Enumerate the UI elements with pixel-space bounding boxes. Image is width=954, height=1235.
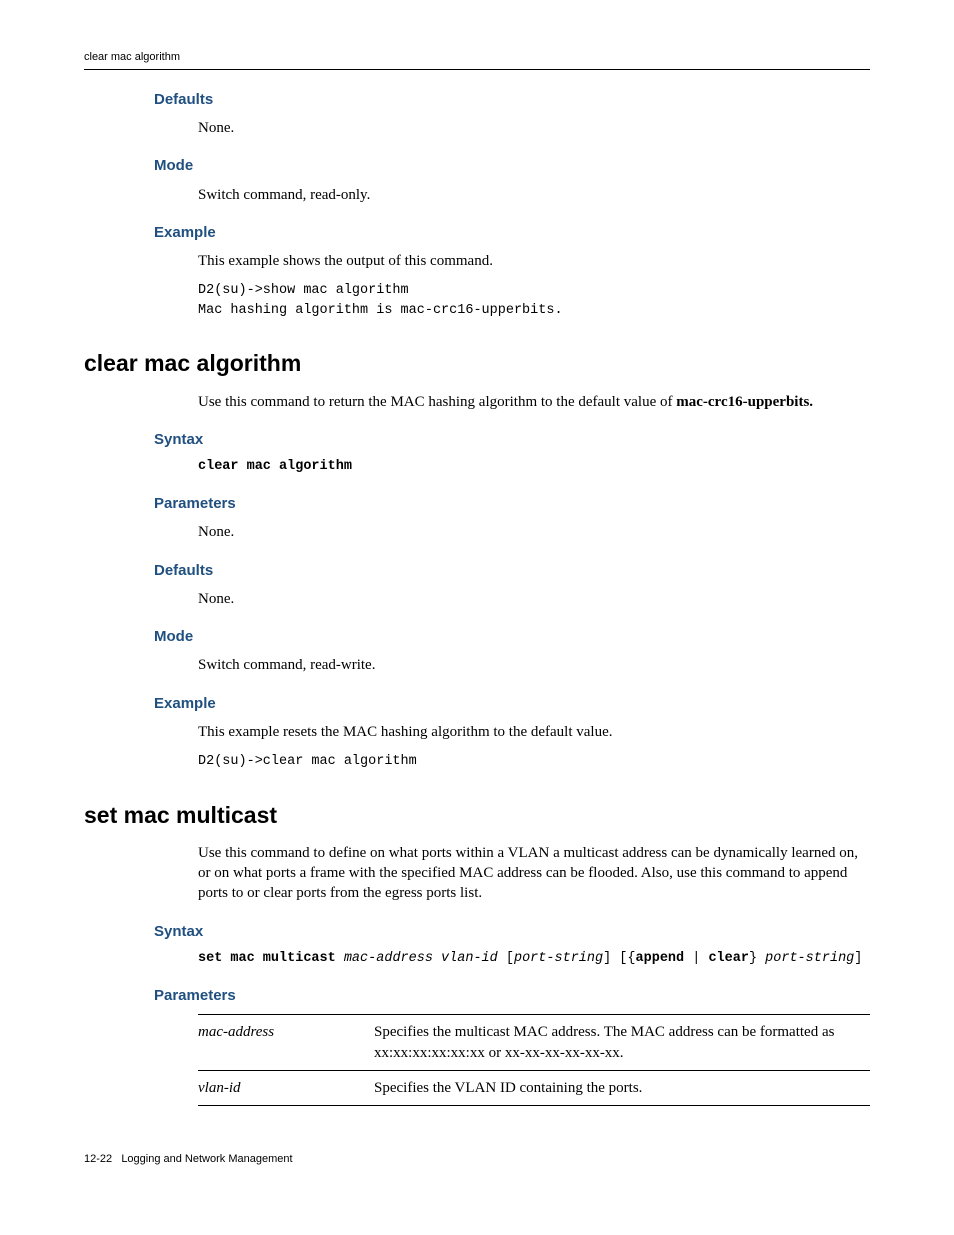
code-example-show: D2(su)->show mac algorithm Mac hashing a… — [198, 281, 870, 320]
running-header: clear mac algorithm — [84, 50, 870, 65]
syntax-ps1: port-string — [514, 951, 603, 966]
intro-clear-mac: Use this command to return the MAC hashi… — [198, 392, 870, 412]
text-defaults-1: None. — [198, 589, 870, 609]
parameters-table: mac-address Specifies the multicast MAC … — [198, 1014, 870, 1106]
heading-syntax-1: Syntax — [154, 430, 870, 450]
heading-defaults-1: Defaults — [154, 561, 870, 581]
code-example-clear: D2(su)->clear mac algorithm — [198, 752, 870, 772]
heading-defaults: Defaults — [154, 90, 870, 110]
syntax-br4: ] — [854, 951, 862, 966]
heading-set-mac-multicast: set mac multicast — [84, 800, 870, 831]
intro-bold: mac-crc16-upperbits. — [676, 394, 813, 410]
param-term: vlan-id — [198, 1070, 374, 1105]
heading-example: Example — [154, 223, 870, 243]
footer-section: Logging and Network Management — [121, 1153, 292, 1165]
table-row: mac-address Specifies the multicast MAC … — [198, 1015, 870, 1071]
heading-parameters-1: Parameters — [154, 494, 870, 514]
heading-clear-mac-algorithm: clear mac algorithm — [84, 348, 870, 379]
syntax-set-mac: set mac multicast mac-address vlan-id [p… — [198, 950, 870, 968]
intro-set-mac: Use this command to define on what ports… — [198, 843, 870, 904]
syntax-pipe: | — [684, 951, 708, 966]
syntax-br2: ] [{ — [603, 951, 635, 966]
text-example-1: This example resets the MAC hashing algo… — [198, 722, 870, 742]
heading-mode: Mode — [154, 156, 870, 176]
heading-parameters-2: Parameters — [154, 986, 870, 1006]
page-number: 12-22 — [84, 1153, 112, 1165]
heading-mode-1: Mode — [154, 627, 870, 647]
table-row: vlan-id Specifies the VLAN ID containing… — [198, 1070, 870, 1105]
text-example: This example shows the output of this co… — [198, 251, 870, 271]
syntax-args: mac-address vlan-id — [336, 951, 506, 966]
header-rule — [84, 69, 870, 70]
syntax-clear: clear — [708, 951, 749, 966]
syntax-br3: } — [749, 951, 765, 966]
heading-example-1: Example — [154, 694, 870, 714]
intro-pre: Use this command to return the MAC hashi… — [198, 394, 676, 410]
syntax-append: append — [636, 951, 685, 966]
param-term: mac-address — [198, 1015, 374, 1071]
text-defaults: None. — [198, 118, 870, 138]
syntax-code: clear mac algorithm — [198, 459, 352, 474]
text-parameters-1: None. — [198, 522, 870, 542]
syntax-br1: [ — [506, 951, 514, 966]
text-mode-1: Switch command, read-write. — [198, 655, 870, 675]
page-footer: 12-22 Logging and Network Management — [84, 1152, 870, 1167]
text-mode: Switch command, read-only. — [198, 185, 870, 205]
syntax-cmd: set mac multicast — [198, 951, 336, 966]
param-desc: Specifies the VLAN ID containing the por… — [374, 1070, 870, 1105]
syntax-ps2: port-string — [765, 951, 854, 966]
syntax-clear-mac: clear mac algorithm — [198, 458, 870, 476]
heading-syntax-2: Syntax — [154, 922, 870, 942]
param-desc: Specifies the multicast MAC address. The… — [374, 1015, 870, 1071]
